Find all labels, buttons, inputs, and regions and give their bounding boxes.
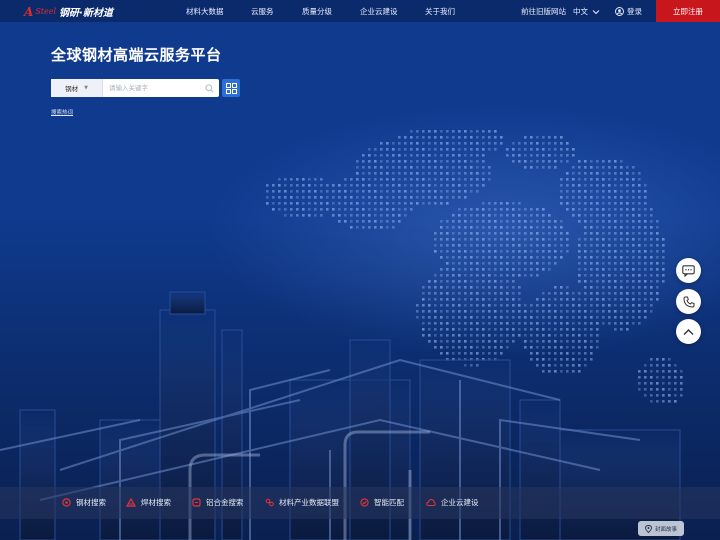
aluminum-search-icon xyxy=(192,498,201,507)
page-title: 全球钢材高端云服务平台 xyxy=(51,46,222,64)
logo-mark: A xyxy=(24,4,34,19)
bottom-item-label: 智能匹配 xyxy=(374,498,404,507)
pin-icon xyxy=(645,524,652,533)
bottom-item-weld-search[interactable]: 焊材搜索 xyxy=(126,497,171,508)
search-category-select[interactable]: 钢材 ▼ xyxy=(51,79,103,97)
smart-match-icon xyxy=(360,498,369,507)
caret-down-icon: ▼ xyxy=(84,85,88,91)
search-category-label: 钢材 xyxy=(65,85,79,93)
bottom-item-enterprise-cloud[interactable]: 企业云建设 xyxy=(426,497,479,508)
bottom-item-label: 钢材搜索 xyxy=(76,498,106,507)
search-bar: 钢材 ▼ xyxy=(51,79,219,97)
old-site-link[interactable]: 前往旧版网站 xyxy=(521,6,566,17)
chat-icon[interactable] xyxy=(676,258,701,283)
bottom-item-data-alliance[interactable]: 材料产业数据联盟 xyxy=(265,497,339,508)
brand-name: 钢研·新材道 xyxy=(59,8,113,19)
steel-search-icon xyxy=(62,498,71,507)
language-select[interactable]: 中文 xyxy=(573,6,600,17)
logo-sub: Steel xyxy=(35,7,57,16)
bottom-item-smart-match[interactable]: 智能匹配 xyxy=(360,497,404,508)
bottom-item-label: 企业云建设 xyxy=(441,498,479,507)
phone-icon[interactable] xyxy=(676,289,701,314)
nav-link-big-data[interactable]: 材料大数据 xyxy=(186,6,224,17)
arrow-up-icon[interactable] xyxy=(676,319,701,344)
cover-story-button[interactable]: 封面故事 xyxy=(638,521,684,536)
language-label: 中文 xyxy=(573,7,588,16)
search-input[interactable] xyxy=(103,79,202,97)
grid-icon[interactable] xyxy=(222,79,240,97)
login-link[interactable]: 登录 xyxy=(615,6,642,17)
register-button[interactable]: 立即注册 xyxy=(656,0,720,22)
bottom-item-label: 铝合金搜索 xyxy=(206,498,244,507)
bottom-item-aluminum-search[interactable]: 铝合金搜索 xyxy=(192,497,244,508)
bottom-item-label: 焊材搜索 xyxy=(141,498,171,507)
enterprise-cloud-icon xyxy=(426,498,436,507)
nav-link-about-us[interactable]: 关于我们 xyxy=(425,6,455,17)
login-label: 登录 xyxy=(627,7,642,16)
nav-link-enterprise-cloud[interactable]: 企业云建设 xyxy=(360,6,398,17)
user-icon xyxy=(615,7,624,16)
bottom-item-label: 材料产业数据联盟 xyxy=(279,498,339,507)
search-icon[interactable] xyxy=(202,79,216,97)
alliance-icon xyxy=(265,498,274,507)
top-nav: A Steel 钢研·新材道 材料大数据 云服务 质量分级 企业云建设 关于我们… xyxy=(0,0,720,22)
weld-search-icon xyxy=(126,498,136,507)
cover-story-label: 封面故事 xyxy=(654,526,677,533)
nav-link-quality-grading[interactable]: 质量分级 xyxy=(302,6,332,17)
bottom-item-steel-search[interactable]: 钢材搜索 xyxy=(62,497,106,508)
nav-link-cloud-service[interactable]: 云服务 xyxy=(251,6,274,17)
chevron-down-icon xyxy=(592,9,600,14)
hot-search-label[interactable]: 搜索热词 xyxy=(51,108,73,116)
brand-logo[interactable]: A Steel 钢研·新材道 xyxy=(24,4,113,20)
